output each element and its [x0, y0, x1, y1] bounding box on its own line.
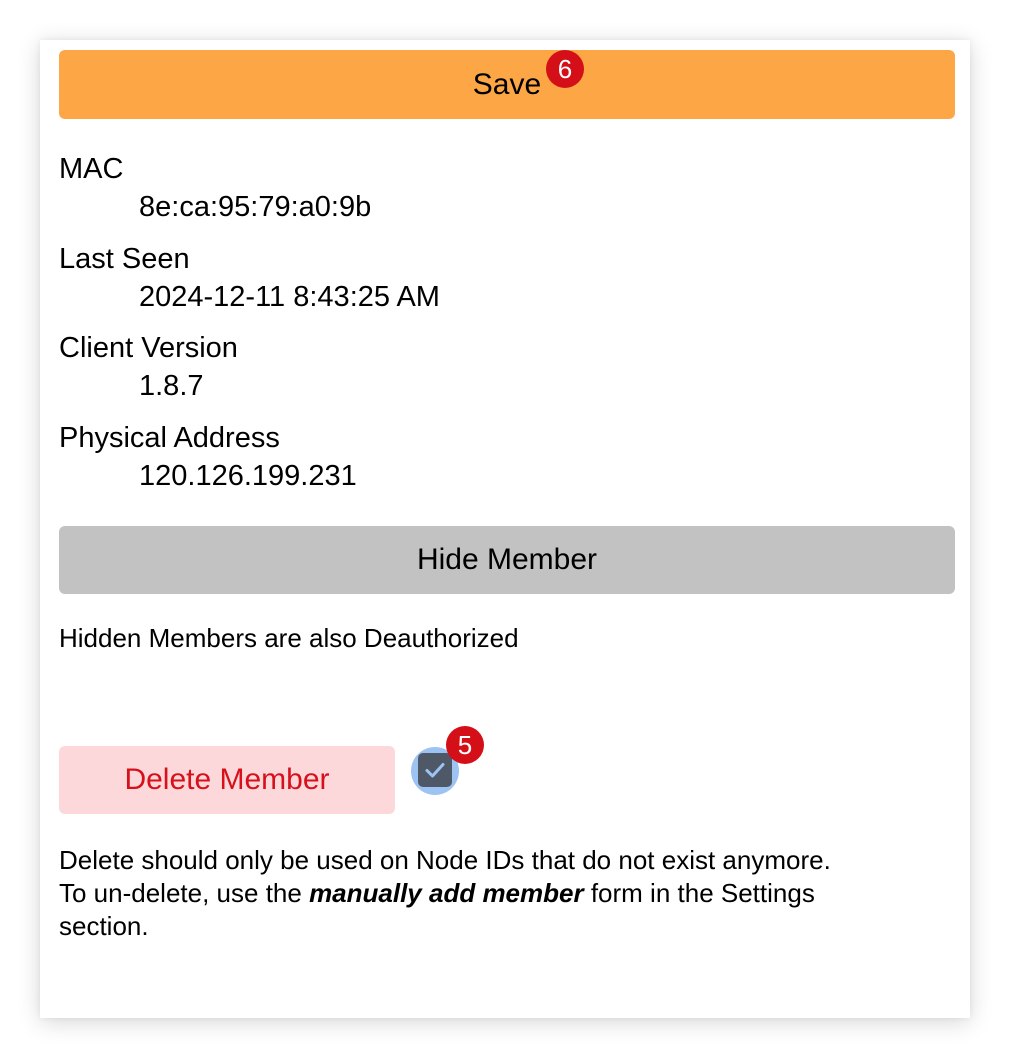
physical-address-label: Physical Address — [59, 422, 280, 454]
save-button[interactable]: Save — [59, 50, 955, 119]
annotation-badge-5: 5 — [446, 726, 484, 764]
physical-address-value: 120.126.199.231 — [139, 460, 357, 492]
mac-label: MAC — [59, 153, 124, 185]
client-version-label: Client Version — [59, 332, 238, 364]
delete-member-note: Delete should only be used on Node IDs t… — [59, 844, 939, 943]
delete-note-line-2-prefix: To un-delete, use the — [59, 878, 310, 908]
delete-member-button[interactable]: Delete Member — [59, 746, 395, 814]
delete-member-button-label: Delete Member — [124, 763, 330, 796]
save-button-label: Save — [472, 67, 542, 101]
mac-value: 8e:ca:95:79:a0:9b — [139, 191, 372, 223]
delete-note-line-1: Delete should only be used on Node IDs t… — [59, 845, 831, 875]
delete-note-line-2: To un-delete, use the manually add membe… — [59, 877, 939, 910]
delete-note-line-3: section. — [59, 911, 149, 941]
checkbox-box — [418, 753, 452, 787]
hide-member-button[interactable]: Hide Member — [59, 526, 955, 594]
manually-add-member-emphasis: manually add member — [309, 878, 584, 908]
member-detail-panel: Save 6 MAC 8e:ca:95:79:a0:9b Last Seen 2… — [40, 40, 970, 1018]
delete-note-line-2-suffix: form in the Settings — [583, 878, 815, 908]
client-version-value: 1.8.7 — [139, 370, 204, 402]
hide-member-button-label: Hide Member — [416, 543, 598, 576]
last-seen-value: 2024-12-11 8:43:25 AM — [139, 281, 440, 313]
last-seen-label: Last Seen — [59, 243, 190, 275]
annotation-badge-6: 6 — [546, 50, 584, 88]
checkmark-icon — [425, 763, 445, 778]
hide-member-note: Hidden Members are also Deauthorized — [59, 623, 519, 653]
